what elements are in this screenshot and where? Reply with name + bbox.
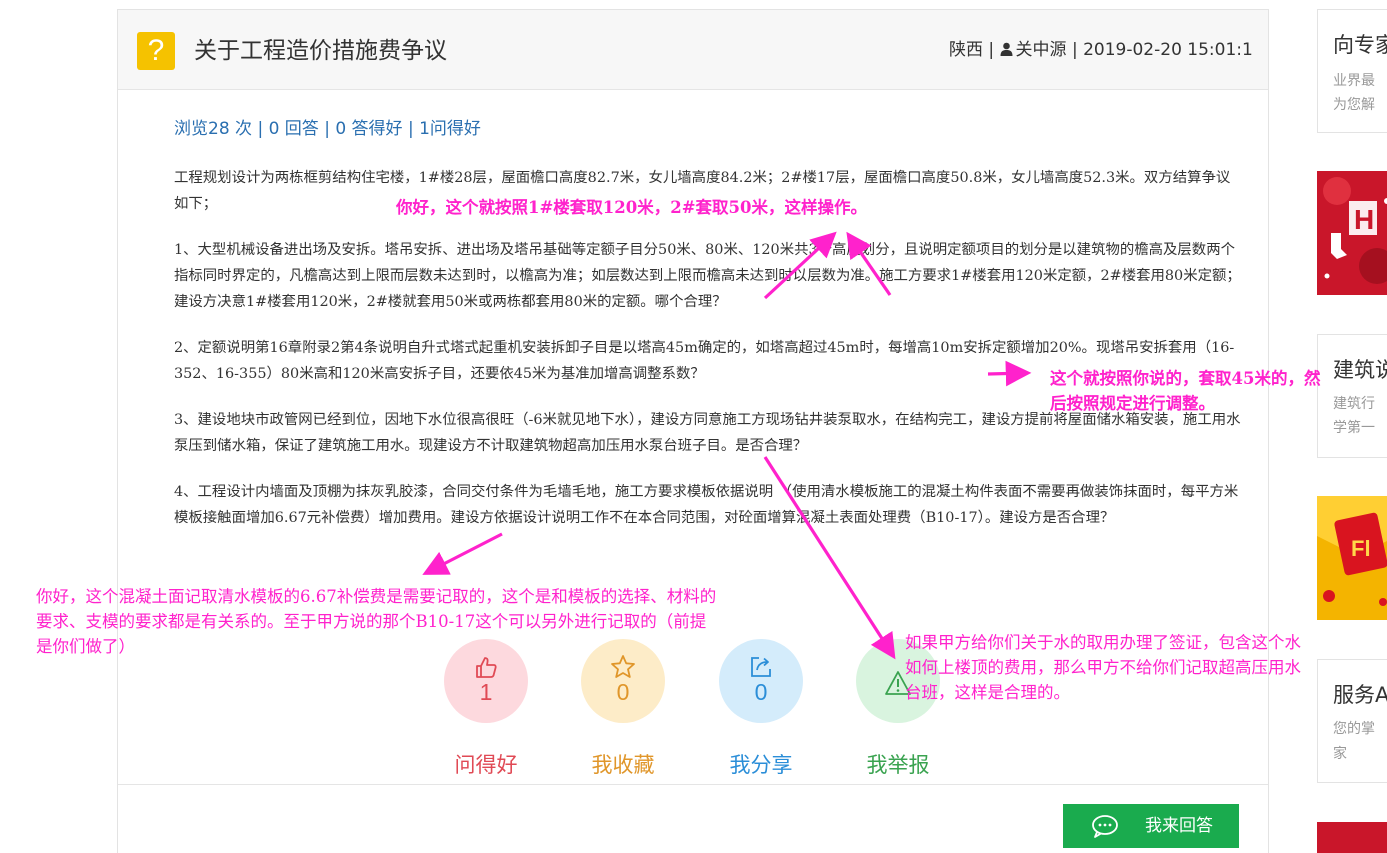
question-paragraph-1: 1、大型机械设备进出场及安拆。塔吊安拆、进出场及塔吊基础等定额子目分50米、80… [174,242,1241,310]
sidebar-card-subtitle: 为您解 [1333,97,1375,113]
page-title: 关于工程造价措施费争议 [194,38,447,64]
svg-text:H: H [1354,204,1374,235]
sidebar-card-building[interactable]: 建筑说 建筑行 学第一 [1317,334,1387,458]
newyear-banner-image: Fl [1317,496,1387,620]
answer-button-label: 我来回答 [1145,816,1213,836]
chat-bubble-icon [1092,815,1118,838]
sidebar-card-subtitle: 学第一 [1333,420,1375,436]
user-icon [1000,42,1013,56]
question-mark-icon: ? [137,32,175,70]
annotation-answer-2-line2: 后按照规定进行调整。 [1050,394,1215,413]
annotation-answer-4-line1: 你好，这个混凝土面记取清水模板的6.67补偿费是需要记取的，这个是和模板的选择、… [36,587,717,606]
sidebar-card-expert[interactable]: 向专家 业界最 为您解 [1317,9,1387,133]
sidebar-banner-holiday[interactable]: H [1317,171,1387,295]
sidebar-card-title: 建筑说 [1333,358,1387,382]
sidebar-banner-bottom[interactable] [1317,822,1387,853]
sidebar-card-service[interactable]: 服务A 您的掌 家 [1317,659,1387,783]
annotation-answer-1: 你好，这个就按照1#楼套取120米，2#套取50米，这样操作。 [396,198,868,217]
svg-text:Fl: Fl [1351,536,1371,561]
annotation-answer-4-line3: 是你们做了） [36,637,135,656]
sidebar-card-subtitle: 您的掌 [1333,721,1375,737]
sidebar-card-subtitle: 业界最 [1333,73,1375,89]
answer-button[interactable]: 我来回答 [1063,804,1239,848]
share-count: 0 [754,679,768,705]
annotation-answer-3-line1: 如果甲方给你们关于水的取用办理了签证，包含这个水 [905,633,1301,652]
question-meta: 陕西 | 关中源 | 2019-02-20 15:01:1 [949,38,1252,62]
sidebar-card-title: 向专家 [1333,33,1387,57]
bottom-banner-image [1317,822,1387,853]
divider [118,784,1268,785]
favorite-count: 0 [616,679,630,705]
sidebar-card-subtitle: 家 [1333,746,1347,762]
region-label: 陕西 | [949,40,995,60]
question-stats: 浏览28 次 | 0 回答 | 0 答得好 | 1问得好 [174,119,481,139]
favorite-button[interactable]: 0 [581,639,665,723]
question-paragraph-4: 4、工程设计内墙面及顶棚为抹灰乳胶漆，合同交付条件为毛墙毛地，施工方要求模板依据… [174,484,1239,526]
like-button[interactable]: 1 [444,639,528,723]
holiday-banner-image: H [1317,171,1387,295]
annotation-answer-3-line2: 如何上楼顶的费用，那么甲方不给你们记取超高压用水 [905,658,1301,677]
annotation-answer-2-line1: 这个就按照你说的，套取45米的，然 [1050,369,1321,388]
author-link[interactable]: 关中源 [1016,40,1067,60]
like-count: 1 [479,679,493,705]
favorite-label[interactable]: 我收藏 [573,750,673,780]
question-card: ? 关于工程造价措施费争议 陕西 | 关中源 | 2019-02-20 15:0… [117,9,1269,853]
share-label[interactable]: 我分享 [711,750,811,780]
sidebar-card-title: 服务A [1333,683,1387,707]
post-time: | 2019-02-20 15:01:1 [1071,40,1252,60]
question-header: ? 关于工程造价措施费争议 陕西 | 关中源 | 2019-02-20 15:0… [118,10,1268,90]
annotation-answer-4-line2: 要求、支模的要求都是有关系的。至于甲方说的那个B10-17这个可以另外进行记取的… [36,612,707,631]
report-label[interactable]: 我举报 [848,750,948,780]
like-label[interactable]: 问得好 [436,750,536,780]
sidebar-card-subtitle: 建筑行 [1333,396,1375,412]
sidebar-banner-newyear[interactable]: Fl [1317,496,1387,620]
annotation-answer-3-line3: 台班，这样是合理的。 [905,683,1070,702]
share-button[interactable]: 0 [719,639,803,723]
